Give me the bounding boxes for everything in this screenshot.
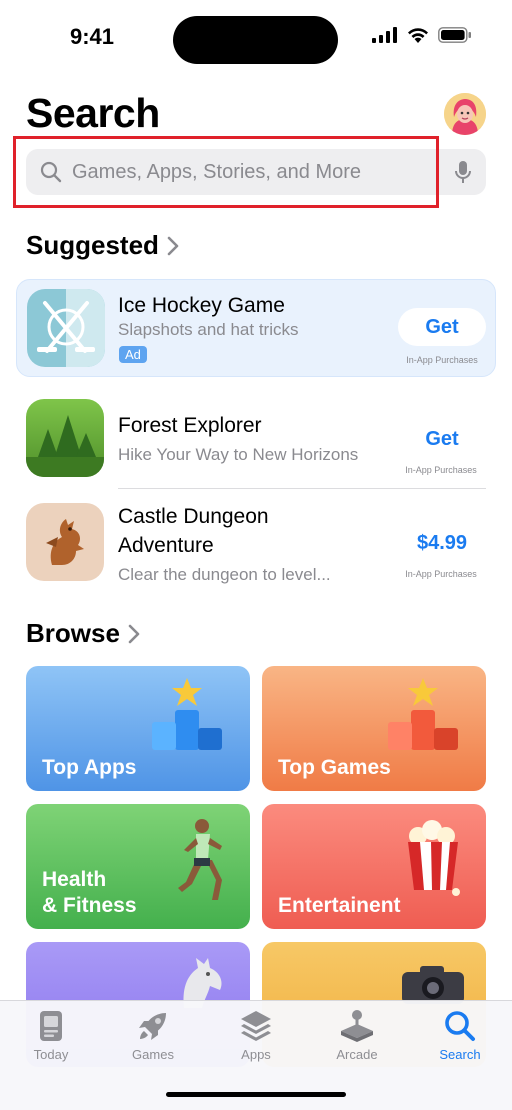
browse-tile-health-fitness[interactable]: Health & Fitness bbox=[26, 804, 250, 929]
status-bar: 9:41 bbox=[0, 0, 512, 80]
in-app-purchases-label: In-App Purchases bbox=[405, 569, 477, 579]
ad-badge: Ad bbox=[119, 346, 147, 363]
today-icon bbox=[40, 1011, 62, 1041]
forest-explorer-app-icon bbox=[26, 399, 104, 477]
camera-icon bbox=[402, 966, 464, 1004]
tab-label: Today bbox=[33, 1047, 69, 1062]
tab-today[interactable]: Today bbox=[6, 1009, 96, 1062]
tab-apps[interactable]: Apps bbox=[211, 1009, 301, 1062]
app-name: Castle Dungeon Adventure bbox=[118, 505, 269, 557]
status-time: 9:41 bbox=[70, 24, 115, 49]
list-item-forest-explorer[interactable]: Forest Explorer Hike Your Way to New Hor… bbox=[26, 399, 486, 489]
tab-label: Arcade bbox=[336, 1047, 378, 1062]
list-item-ice-hockey-game[interactable]: Ice Hockey Game Slapshots and hat tricks… bbox=[16, 279, 496, 377]
system-icons bbox=[372, 26, 472, 44]
app-name: Ice Hockey Game bbox=[118, 294, 285, 317]
runner-icon bbox=[178, 819, 222, 900]
search-icon bbox=[445, 1011, 475, 1041]
row-divider bbox=[118, 488, 486, 489]
tab-label: Games bbox=[132, 1047, 174, 1062]
price-button-castle-dungeon[interactable]: $4.99 bbox=[396, 524, 488, 562]
ice-hockey-app-icon bbox=[27, 289, 105, 367]
list-item-castle-dungeon[interactable]: Castle Dungeon Adventure Clear the dunge… bbox=[26, 503, 486, 593]
joystick-icon bbox=[341, 1010, 373, 1042]
tab-arcade[interactable]: Arcade bbox=[312, 1009, 402, 1062]
avatar-icon bbox=[444, 93, 486, 135]
tab-search[interactable]: Search bbox=[415, 1009, 505, 1062]
castle-dungeon-app-icon bbox=[26, 503, 104, 581]
search-icon bbox=[40, 161, 62, 183]
browse-section-header[interactable]: Browse bbox=[26, 618, 140, 649]
app-subtitle: Hike Your Way to New Horizons bbox=[118, 445, 359, 464]
dynamic-island bbox=[173, 16, 338, 64]
rocket-icon bbox=[139, 1013, 166, 1040]
browse-tile-entertainment[interactable]: Entertainent bbox=[262, 804, 486, 929]
tab-label: Apps bbox=[241, 1047, 271, 1062]
in-app-purchases-label: In-App Purchases bbox=[406, 355, 478, 365]
in-app-purchases-label: In-App Purchases bbox=[405, 465, 477, 475]
get-button-ice-hockey[interactable]: Get bbox=[398, 308, 486, 346]
suggested-section-header[interactable]: Suggested bbox=[26, 230, 179, 261]
tile-label: Top Games bbox=[278, 756, 391, 779]
browse-tile-top-apps[interactable]: Top Apps bbox=[26, 666, 250, 791]
page-title: Search bbox=[26, 90, 160, 136]
home-indicator bbox=[166, 1092, 346, 1097]
account-avatar[interactable] bbox=[444, 93, 486, 135]
cellular-signal-icon bbox=[372, 27, 397, 43]
tile-label: Health & Fitness bbox=[42, 868, 137, 917]
podium-star-icon bbox=[388, 678, 458, 750]
browse-title: Browse bbox=[26, 618, 120, 648]
popcorn-icon bbox=[408, 820, 460, 896]
chevron-right-icon bbox=[167, 236, 179, 255]
battery-icon bbox=[438, 27, 471, 43]
search-field[interactable] bbox=[26, 149, 486, 195]
chevron-right-icon bbox=[128, 624, 140, 643]
tab-label: Search bbox=[439, 1047, 481, 1062]
wifi-icon bbox=[408, 28, 428, 43]
app-name: Forest Explorer bbox=[118, 414, 262, 437]
tile-label: Entertainent bbox=[278, 894, 401, 917]
get-button-forest-explorer[interactable]: Get bbox=[398, 420, 486, 458]
podium-star-icon bbox=[152, 678, 222, 750]
suggested-title: Suggested bbox=[26, 230, 159, 260]
microphone-icon[interactable] bbox=[454, 160, 472, 186]
app-subtitle: Slapshots and hat tricks bbox=[118, 320, 299, 339]
search-input[interactable] bbox=[72, 149, 432, 195]
browse-tile-top-games[interactable]: Top Games bbox=[262, 666, 486, 791]
layers-icon bbox=[241, 1011, 271, 1041]
tile-label: Top Apps bbox=[42, 756, 137, 779]
tab-games[interactable]: Games bbox=[108, 1009, 198, 1062]
app-subtitle: Clear the dungeon to level... bbox=[118, 565, 331, 584]
